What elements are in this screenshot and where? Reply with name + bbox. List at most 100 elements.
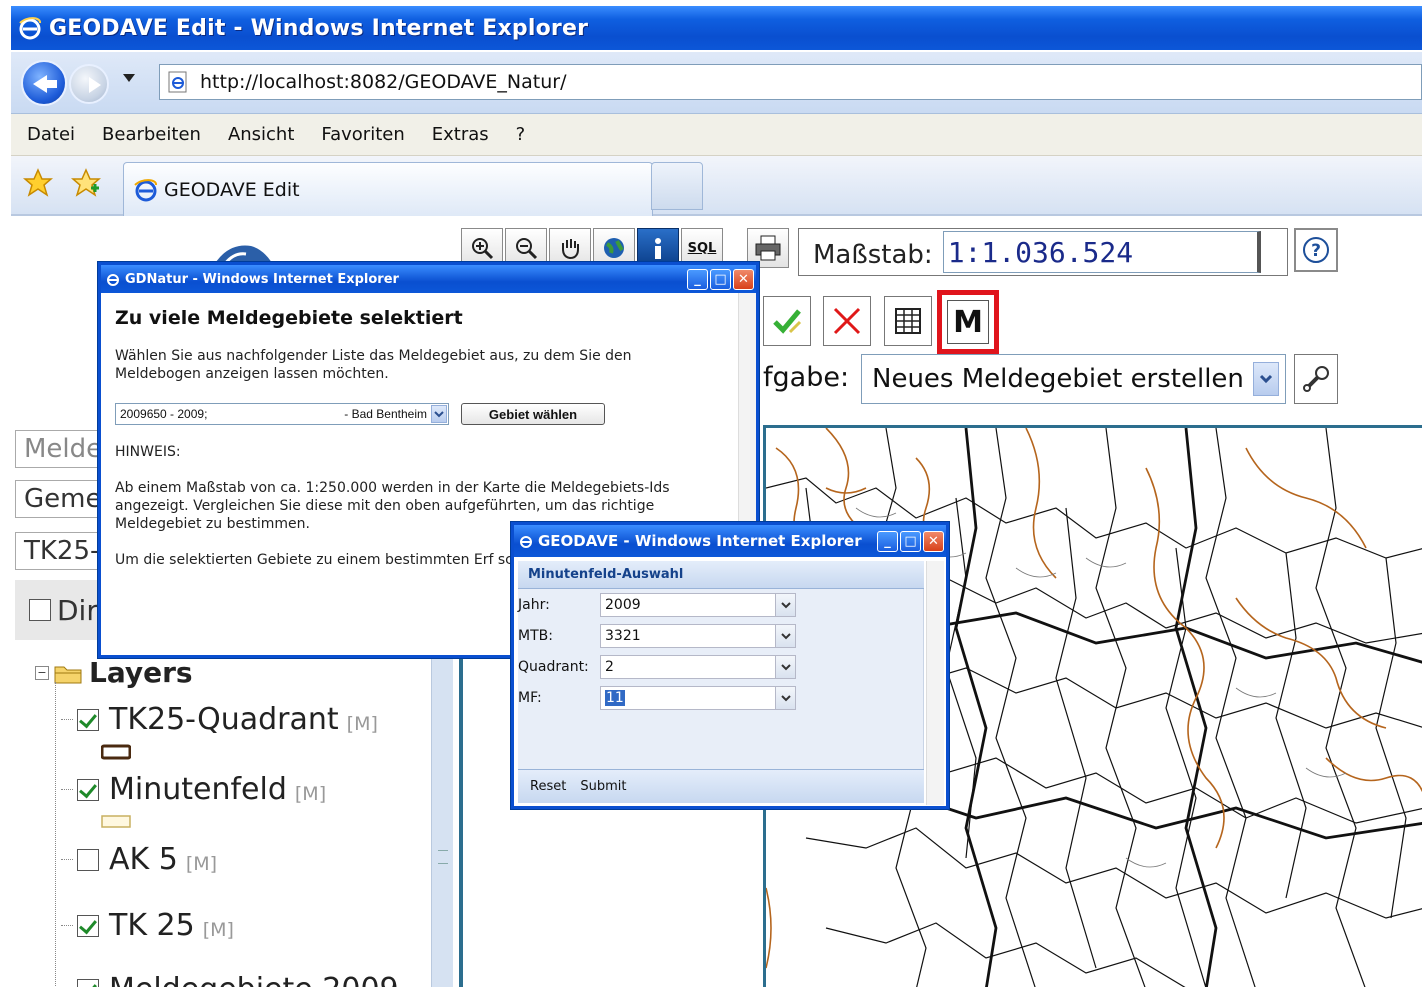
delete-button[interactable] [823,296,871,346]
address-field[interactable]: http://localhost:8082/GEODAVE_Natur/ [159,64,1422,100]
meldegebiet-select[interactable]: 2009650 - 2009; - Bad Bentheim [115,403,449,425]
minimize-button[interactable]: _ [877,530,898,552]
panel-splitter[interactable] [431,600,453,987]
layer-name: TK25-Quadrant [109,702,339,737]
favorites-star-icon[interactable] [23,168,53,198]
legend-minutenfeld-symbol [101,815,131,828]
splitter-grip-icon [438,850,448,864]
layer-item-minutenfeld[interactable]: Minutenfeld [M] [61,772,326,807]
gebiet-waehlen-button[interactable]: Gebiet wählen [461,403,605,425]
layer-checkbox[interactable] [77,708,99,731]
menu-ansicht[interactable]: Ansicht [228,124,294,145]
popup1-title: GDNatur - Windows Internet Explorer [125,271,399,287]
jahr-label: Jahr: [518,597,550,613]
layer-tag: [M] [346,712,378,735]
confirm-button[interactable] [763,296,811,346]
toc-header: − Layers [35,656,193,689]
submit-button[interactable]: Submit [580,779,626,794]
browser-titlebar: GEODAVE Edit - Windows Internet Explorer [11,6,1422,50]
minutenfeld-footer: Reset Submit [518,769,924,803]
search-gemeinde-field[interactable]: Geme [15,480,107,518]
mtb-combo[interactable]: 3321 [600,624,796,648]
printer-icon [755,235,781,261]
chevron-down-icon[interactable] [1253,362,1279,396]
dir-checkbox[interactable] [29,599,51,621]
layer-item-ak5[interactable]: AK 5 [M] [61,842,217,877]
add-favorite-icon[interactable] [71,168,101,198]
jahr-combo[interactable]: 2009 [600,593,796,617]
forward-button[interactable] [69,64,109,104]
close-button[interactable]: ✕ [733,268,754,290]
reset-button[interactable]: Reset [530,779,566,794]
layer-item-meldegebiete[interactable]: Meldegebiete 2009 [61,972,399,987]
delete-x-icon [833,307,861,335]
mtb-value: 3321 [605,628,641,644]
help-button[interactable]: ? [1294,228,1338,272]
hint-label: HINWEIS: [115,444,181,460]
tab-ie-icon [134,178,157,201]
task-select[interactable]: Neues Meldegebiet erstellen [861,354,1286,404]
layer-name: Minutenfeld [109,772,287,807]
minimize-button[interactable]: _ [687,268,708,290]
left-gutter [0,0,11,987]
back-button[interactable] [21,60,67,106]
toc-title: Layers [89,656,193,689]
quadrant-value: 2 [605,659,614,675]
quadrant-row: Quadrant: 2 [518,655,796,679]
layer-checkbox[interactable] [77,914,99,937]
zoom-in-icon [472,238,494,260]
scale-input[interactable]: 1:1.036.524 [942,231,1261,273]
chevron-down-icon[interactable] [775,594,795,616]
chevron-down-icon[interactable] [775,625,795,647]
folder-icon [54,666,82,683]
mtb-row: MTB: 3321 [518,624,796,648]
layer-checkbox[interactable] [77,978,99,987]
scale-label: Maßstab: [813,240,933,270]
dir-label: Dir [57,593,98,627]
search-tk25-field[interactable]: TK25- [15,532,107,570]
select-name: - Bad Bentheim [344,407,427,421]
maximize-button[interactable]: □ [710,268,731,290]
menu-extras[interactable]: Extras [432,124,489,145]
layer-item-tk25[interactable]: TK 25 [M] [61,908,234,943]
address-bar-row: http://localhost:8082/GEODAVE_Natur/ [11,52,1422,114]
tree-line [55,682,56,987]
chevron-down-icon[interactable] [775,656,795,678]
search-melder-field[interactable]: Melder [15,430,107,468]
popup1-titlebar: GDNatur - Windows Internet Explorer _ □ … [101,265,756,293]
layer-toc: − Layers TK25-Quadrant [M] Minutenfeld [ [25,654,435,987]
ie-logo-icon [107,274,119,286]
quadrant-combo[interactable]: 2 [600,655,796,679]
tools-button[interactable] [1294,354,1338,404]
layer-item-tk25-quadrant[interactable]: TK25-Quadrant [M] [61,702,378,737]
menu-bar: Datei Bearbeiten Ansicht Favoriten Extra… [11,114,1422,156]
layer-checkbox[interactable] [77,778,99,801]
layer-checkbox[interactable] [77,848,99,871]
menu-bearbeiten[interactable]: Bearbeiten [102,124,201,145]
collapse-icon[interactable]: − [35,665,49,680]
new-tab-button[interactable] [651,162,703,210]
select-id: 2009650 - 2009; [120,407,208,421]
page-ie-icon [168,71,187,93]
m-button[interactable]: M [947,300,989,344]
history-dropdown-icon[interactable] [123,74,135,82]
maximize-button[interactable]: □ [900,530,921,552]
chevron-down-icon[interactable] [431,405,447,423]
menu-favoriten[interactable]: Favoriten [321,124,404,145]
popup2-title: GEODAVE - Windows Internet Explorer [538,532,862,550]
table-button[interactable] [884,296,932,346]
ie-logo-icon [520,536,532,548]
popup2-scrollbar[interactable] [926,561,944,805]
quadrant-label: Quadrant: [518,659,589,675]
layer-tag: [M] [202,918,234,941]
jahr-row: Jahr: 2009 [518,593,796,617]
menu-help[interactable]: ? [516,124,526,145]
close-button[interactable]: ✕ [923,530,944,552]
tab-label: GEODAVE Edit [164,178,300,201]
help-icon: ? [1303,237,1329,263]
mf-combo[interactable]: 11 [600,686,796,710]
menu-datei[interactable]: Datei [27,124,75,145]
tab-geodave-edit[interactable]: GEODAVE Edit [123,162,653,216]
chevron-down-icon[interactable] [775,687,795,709]
mf-label: MF: [518,690,542,706]
